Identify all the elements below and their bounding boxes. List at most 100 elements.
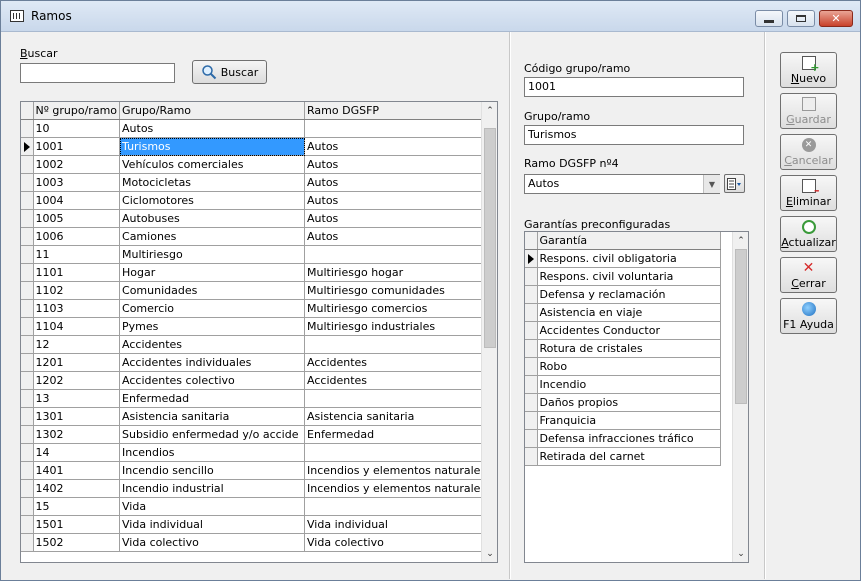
table-cell[interactable]: 1006 xyxy=(33,227,121,246)
dgsfp-lookup-button[interactable] xyxy=(724,174,745,193)
table-cell[interactable]: Multiriesgo industriales xyxy=(304,317,491,336)
table-cell[interactable]: Subsidio enfermedad y/o accide xyxy=(119,425,306,444)
scroll-thumb[interactable] xyxy=(484,128,496,348)
scroll-down-icon[interactable]: ⌄ xyxy=(733,545,748,562)
table-row[interactable]: 1401 Incendio sencillo Incendios y element… xyxy=(21,461,491,480)
table-cell[interactable]: 1301 xyxy=(33,407,121,426)
row-indicator[interactable] xyxy=(21,263,34,282)
table-cell[interactable]: Vida colectivo xyxy=(119,533,306,552)
table-row[interactable]: 1201 Accidentes individuales Accidentes xyxy=(21,353,491,372)
row-indicator[interactable] xyxy=(21,155,34,174)
table-cell[interactable]: 1004 xyxy=(33,191,121,210)
table-cell[interactable]: Enfermedad xyxy=(304,425,491,444)
table-cell[interactable]: Autos xyxy=(304,191,491,210)
minimize-button[interactable] xyxy=(755,10,783,27)
table-row[interactable]: Respons. civil obligatoria xyxy=(525,249,721,268)
table-cell[interactable] xyxy=(304,389,491,408)
row-indicator[interactable] xyxy=(21,137,34,156)
table-row[interactable]: 15 Vida xyxy=(21,497,491,516)
table-row[interactable]: 1101 Hogar Multiriesgo hogar xyxy=(21,263,491,282)
table-cell[interactable]: 1102 xyxy=(33,281,121,300)
table-cell[interactable]: Robo xyxy=(537,357,721,376)
nuevo-button[interactable]: Nuevo xyxy=(780,52,837,88)
grupo-field[interactable]: Turismos xyxy=(524,125,744,145)
table-cell[interactable]: Autos xyxy=(304,209,491,228)
column-header[interactable]: Garantía xyxy=(537,232,721,250)
table-cell[interactable]: Turismos xyxy=(119,137,306,156)
table-row[interactable]: 14 Incendios xyxy=(21,443,491,462)
table-row[interactable]: Retirada del carnet xyxy=(525,447,721,466)
codigo-field[interactable]: 1001 xyxy=(524,77,744,97)
table-cell[interactable]: 1201 xyxy=(33,353,121,372)
table-cell[interactable]: Autos xyxy=(304,137,491,156)
table-row[interactable]: 1006 Camiones Autos xyxy=(21,227,491,246)
table-cell[interactable]: Accidentes Conductor xyxy=(537,321,721,340)
table-row[interactable]: Daños propios xyxy=(525,393,721,412)
table-cell[interactable]: Rotura de cristales xyxy=(537,339,721,358)
table-cell[interactable]: Retirada del carnet xyxy=(537,447,721,466)
table-cell[interactable]: Autos xyxy=(304,155,491,174)
eliminar-button[interactable]: Eliminar xyxy=(780,175,837,211)
table-cell[interactable]: Multiriesgo comunidades xyxy=(304,281,491,300)
row-indicator[interactable] xyxy=(21,533,34,552)
ayuda-button[interactable]: F1 Ayuda xyxy=(780,298,837,334)
table-cell[interactable]: 11 xyxy=(33,245,121,264)
table-cell[interactable]: 1101 xyxy=(33,263,121,282)
row-indicator[interactable] xyxy=(525,357,538,376)
row-indicator[interactable] xyxy=(21,173,34,192)
row-indicator[interactable] xyxy=(21,209,34,228)
row-indicator[interactable] xyxy=(21,335,34,354)
table-cell[interactable]: Multiriesgo hogar xyxy=(304,263,491,282)
table-cell[interactable]: 1001 xyxy=(33,137,121,156)
row-indicator[interactable] xyxy=(21,191,34,210)
table-cell[interactable]: Comercio xyxy=(119,299,306,318)
row-indicator[interactable] xyxy=(21,281,34,300)
chevron-down-icon[interactable]: ▼ xyxy=(703,175,720,193)
scroll-down-icon[interactable]: ⌄ xyxy=(482,545,497,562)
table-cell[interactable]: Incendio industrial xyxy=(119,479,306,498)
table-cell[interactable]: Asistencia sanitaria xyxy=(119,407,306,426)
table-row[interactable]: 1002 Vehículos comerciales Autos xyxy=(21,155,491,174)
scroll-thumb[interactable] xyxy=(735,249,747,404)
cerrar-button[interactable]: ✕ Cerrar xyxy=(780,257,837,293)
table-row[interactable]: 1104 Pymes Multiriesgo industriales xyxy=(21,317,491,336)
table-cell[interactable]: Ciclomotores xyxy=(119,191,306,210)
table-row[interactable]: Defensa infracciones tráfico xyxy=(525,429,721,448)
table-cell[interactable]: Daños propios xyxy=(537,393,721,412)
table-cell[interactable]: Incendio sencillo xyxy=(119,461,306,480)
table-row[interactable]: 1103 Comercio Multiriesgo comercios xyxy=(21,299,491,318)
row-indicator[interactable] xyxy=(525,411,538,430)
table-row[interactable]: 11 Multiriesgo xyxy=(21,245,491,264)
row-indicator[interactable] xyxy=(21,317,34,336)
table-cell[interactable]: Multiriesgo comercios xyxy=(304,299,491,318)
table-cell[interactable]: Accidentes colectivo xyxy=(119,371,306,390)
row-indicator[interactable] xyxy=(21,353,34,372)
table-cell[interactable]: Defensa y reclamación xyxy=(537,285,721,304)
row-indicator[interactable] xyxy=(21,443,34,462)
scroll-up-icon[interactable]: ⌃ xyxy=(482,102,497,119)
table-cell[interactable]: 1005 xyxy=(33,209,121,228)
column-header[interactable]: Nº grupo/ramo xyxy=(33,102,121,120)
table-cell[interactable]: 1302 xyxy=(33,425,121,444)
row-indicator[interactable] xyxy=(525,285,538,304)
table-cell[interactable]: Asistencia en viaje xyxy=(537,303,721,322)
close-window-button[interactable]: ✕ xyxy=(819,10,853,27)
column-header[interactable]: Grupo/Ramo xyxy=(119,102,306,120)
actualizar-button[interactable]: Actualizar xyxy=(780,216,837,252)
table-row[interactable]: 1301 Asistencia sanitaria Asistencia sanit… xyxy=(21,407,491,426)
row-indicator[interactable] xyxy=(525,267,538,286)
table-cell[interactable]: 1502 xyxy=(33,533,121,552)
table-cell[interactable]: Autos xyxy=(304,173,491,192)
row-indicator[interactable] xyxy=(525,249,538,268)
table-row[interactable]: Defensa y reclamación xyxy=(525,285,721,304)
table-cell[interactable]: 1003 xyxy=(33,173,121,192)
table-cell[interactable]: 1103 xyxy=(33,299,121,318)
scroll-up-icon[interactable]: ⌃ xyxy=(733,232,748,249)
table-cell[interactable]: Vida individual xyxy=(304,515,491,534)
table-row[interactable]: 13 Enfermedad xyxy=(21,389,491,408)
table-cell[interactable] xyxy=(304,119,491,138)
table-cell[interactable]: Accidentes xyxy=(119,335,306,354)
row-indicator[interactable] xyxy=(525,375,538,394)
table-row[interactable]: Asistencia en viaje xyxy=(525,303,721,322)
table-row[interactable]: 1402 Incendio industrial Incendios y eleme… xyxy=(21,479,491,498)
